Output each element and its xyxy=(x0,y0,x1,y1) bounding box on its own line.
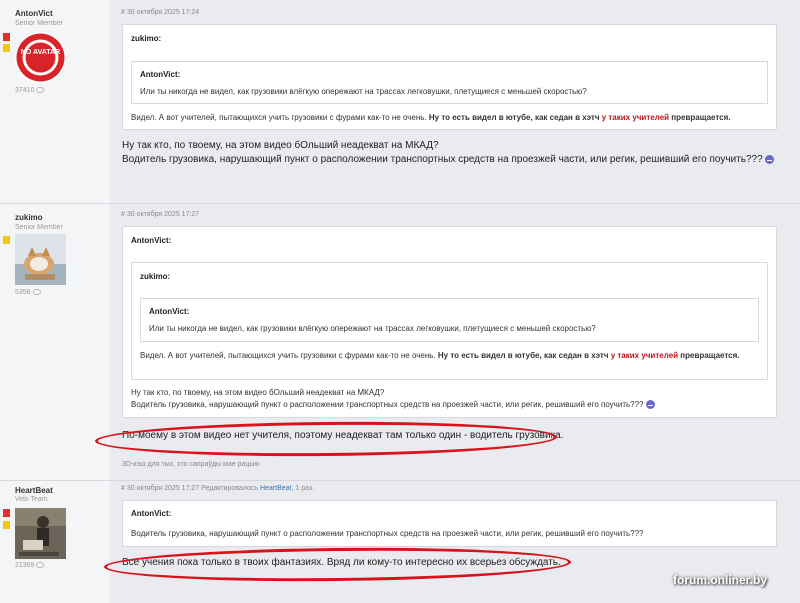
author-panel: AntonVict Senior Member NO AVATAR 37410 xyxy=(0,0,110,203)
author-name[interactable]: zukimo xyxy=(15,213,43,222)
quote-author: AntonVict: xyxy=(149,307,190,316)
smiley-icon xyxy=(645,400,655,410)
author-rank: Senior Member xyxy=(15,224,63,231)
status-flag-yellow xyxy=(3,44,10,52)
quote-author: AntonVict: xyxy=(131,509,172,518)
signature: 3D-кэш для тых, хто сапраўды мае рацыю xyxy=(122,461,260,468)
nested-quote-block: AntonVict: Или ты никогда не видел, как … xyxy=(140,298,759,342)
nested-quote-block: AntonVict: Или ты никогда не видел, как … xyxy=(131,61,768,104)
status-flag-yellow xyxy=(3,521,10,529)
highlight-ellipse xyxy=(103,545,572,584)
post-2: zukimo Senior Member 5356 # 30 октября 2… xyxy=(0,204,800,480)
no-avatar-icon xyxy=(16,33,65,82)
post-1: AntonVict Senior Member NO AVATAR 37410 … xyxy=(0,0,800,203)
author-rank: Senior Member xyxy=(15,20,63,27)
quote-block: AntonVict: zukimo: AntonVict: Или ты ник… xyxy=(122,226,777,418)
author-panel: HeartBeat Velo Team 21369 xyxy=(0,481,110,603)
post-count: 5356 xyxy=(15,289,41,296)
post-meta[interactable]: # 30 октября 2025 17:27 Редактировалось … xyxy=(121,485,314,492)
quote-text: Или ты никогда не видел, как грузовики в… xyxy=(140,87,587,96)
author-name[interactable]: HeartBeat xyxy=(15,486,53,495)
quote-author: AntonVict: xyxy=(131,236,172,245)
comment-icon xyxy=(32,289,41,296)
author-panel: zukimo Senior Member 5356 xyxy=(0,204,110,480)
quote-text: Видел. А вот учителей, пытающихся учить … xyxy=(140,351,740,360)
post-count: 37410 xyxy=(15,87,45,94)
avatar[interactable] xyxy=(15,234,66,285)
comment-icon xyxy=(36,87,45,94)
quote-text: Или ты никогда не видел, как грузовики в… xyxy=(149,324,596,333)
editor-link[interactable]: HeartBeat xyxy=(260,485,292,492)
post-body: Ну так кто, по твоему, на этом видео бОл… xyxy=(122,139,782,167)
quote-text: Водитель грузовика, нарушающий пункт о р… xyxy=(131,529,644,538)
watermark: forum.onliner.by xyxy=(673,573,768,587)
quote-author: zukimo: xyxy=(140,272,171,281)
quote-author: AntonVict: xyxy=(140,70,181,79)
post-meta[interactable]: # 30 октября 2025 17:27 xyxy=(121,211,199,218)
quote-block: AntonVict: Водитель грузовика, нарушающи… xyxy=(122,500,777,547)
avatar[interactable] xyxy=(15,508,66,559)
person-avatar-icon xyxy=(15,508,66,559)
author-rank: Velo Team xyxy=(15,496,48,503)
status-flag-red xyxy=(3,33,10,41)
nested-quote-block: zukimo: AntonVict: Или ты никогда не вид… xyxy=(131,262,768,380)
post-count: 21369 xyxy=(15,562,45,569)
avatar-label: NO AVATAR xyxy=(20,49,61,56)
post-meta[interactable]: # 30 октября 2025 17:24 xyxy=(121,9,199,16)
avatar[interactable]: NO AVATAR xyxy=(15,32,66,83)
comment-icon xyxy=(36,562,45,569)
quote-author: zukimo: xyxy=(131,34,162,43)
quote-block: zukimo: AntonVict: Или ты никогда не вид… xyxy=(122,24,777,130)
author-name[interactable]: AntonVict xyxy=(15,9,53,18)
cat-avatar-icon xyxy=(15,234,66,285)
quote-text: Видел. А вот учителей, пытающихся учить … xyxy=(131,113,731,122)
status-flag-yellow xyxy=(3,236,10,244)
quote-text: Ну так кто, по твоему, на этом видео бОл… xyxy=(131,387,655,411)
status-flag-red xyxy=(3,509,10,517)
smiley-icon xyxy=(764,154,774,164)
highlight-ellipse xyxy=(94,419,558,459)
